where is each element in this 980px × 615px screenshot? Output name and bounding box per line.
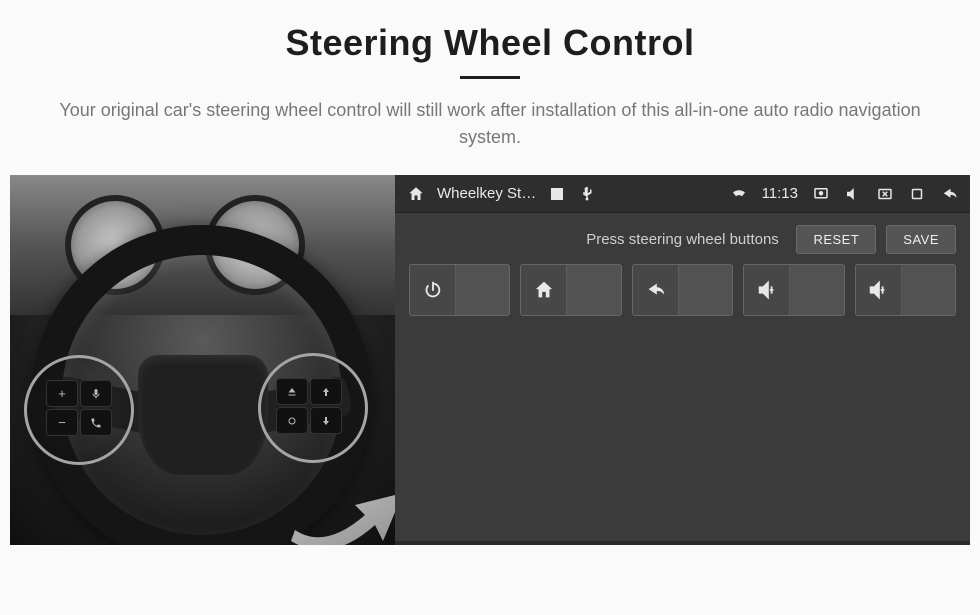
status-bar: Wheelkey St… 11:13 <box>395 175 970 213</box>
home-icon[interactable] <box>407 185 425 203</box>
save-button[interactable]: SAVE <box>886 225 956 254</box>
android-headunit: Wheelkey St… 11:13 <box>395 175 970 545</box>
callout-circle-left <box>24 355 134 465</box>
assign-row <box>395 264 970 316</box>
android-footer <box>395 541 970 545</box>
clock-time: 11:13 <box>762 185 798 202</box>
assign-slot-home[interactable] <box>520 264 621 316</box>
wifi-icon <box>730 185 748 203</box>
home-icon <box>521 265 567 315</box>
back-nav-icon[interactable] <box>940 185 958 203</box>
assign-slot-volup-a[interactable] <box>743 264 844 316</box>
back-icon <box>633 265 679 315</box>
image-icon <box>548 185 566 203</box>
page-title: Steering Wheel Control <box>0 22 980 64</box>
steering-wheel-image: + − <box>10 175 395 545</box>
volume-up-icon <box>744 265 790 315</box>
assign-slot-power[interactable] <box>409 264 510 316</box>
content-row: + − <box>0 175 980 545</box>
action-buttons: RESET SAVE <box>796 225 956 254</box>
assign-slot-volup-b[interactable] <box>855 264 956 316</box>
mute-icon[interactable] <box>844 185 862 203</box>
wheel-hub <box>138 355 268 475</box>
app-title: Wheelkey St… <box>437 185 536 202</box>
screenshot-icon[interactable] <box>812 185 830 203</box>
hint-text: Press steering wheel buttons <box>586 231 779 248</box>
page-subtitle: Your original car's steering wheel contr… <box>0 97 980 151</box>
close-app-icon[interactable] <box>876 185 894 203</box>
title-underline <box>460 76 520 79</box>
power-icon <box>410 265 456 315</box>
reset-button[interactable]: RESET <box>796 225 876 254</box>
recent-apps-icon[interactable] <box>908 185 926 203</box>
volume-up-icon <box>856 265 902 315</box>
arrow-icon <box>285 445 395 545</box>
hint-bar: Press steering wheel buttons RESET SAVE <box>395 213 970 264</box>
usb-icon <box>578 185 596 203</box>
assign-slot-back[interactable] <box>632 264 733 316</box>
